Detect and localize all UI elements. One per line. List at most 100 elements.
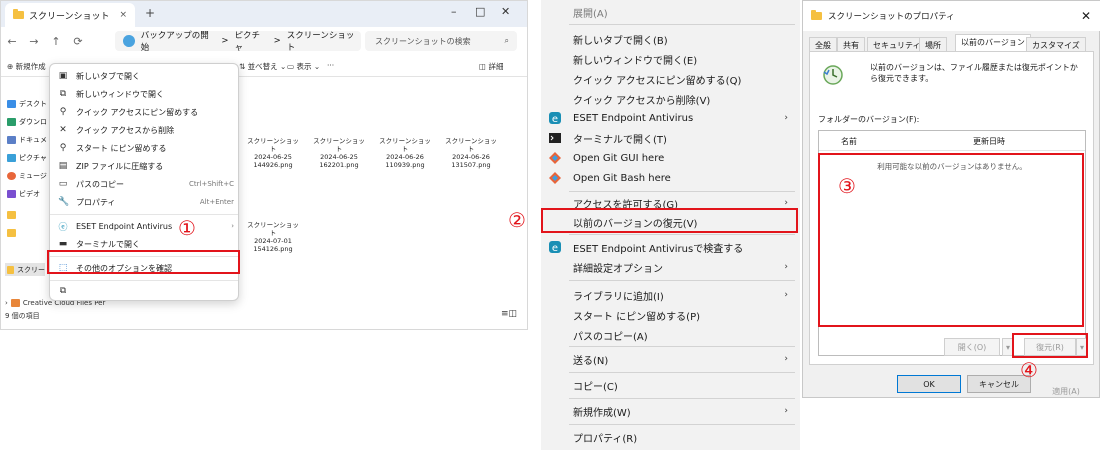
menu-item-properties[interactable]: プロパティ(R) (541, 426, 800, 448)
menu-item-send-to[interactable]: 送る(N) › (541, 348, 800, 370)
sidebar-item-downloads[interactable]: ダウンロ (7, 117, 47, 127)
menu-item-pin-quick-access[interactable]: クイック アクセスにピン留めする(Q) (541, 68, 800, 90)
breadcrumb-pictures[interactable]: ピクチャ (235, 29, 268, 53)
tab-close-icon[interactable]: × (119, 10, 127, 20)
eset-icon: e (549, 241, 561, 254)
wrench-icon: 🔧 (58, 197, 70, 207)
menu-item-copy[interactable]: コピー(C) (541, 374, 800, 396)
tab-customize[interactable]: カスタマイズ (1026, 37, 1086, 52)
menu-item-eset[interactable]: ⓔ ESET Endpoint Antivirus › (58, 218, 234, 234)
sort-button[interactable]: ⇅ 並べ替え ⌄ (239, 61, 286, 72)
tab-location[interactable]: 場所 (919, 37, 947, 52)
forward-button[interactable]: → (23, 35, 45, 48)
sidebar-item-documents[interactable]: ドキュメ (7, 135, 47, 145)
apply-button[interactable]: 適用(A) (1037, 385, 1095, 397)
chevron-right-icon: › (784, 290, 788, 300)
sidebar-item-music[interactable]: ミュージ (7, 171, 47, 181)
details-button[interactable]: ◫ 詳細 (479, 61, 503, 72)
file-item[interactable]: スクリーンショット 2024-06-26 110939.png (377, 137, 433, 169)
tab-bar: スクリーンショット × + – □ ✕ (1, 1, 527, 27)
desktop-icon (7, 100, 16, 108)
menu-item-pin-start[interactable]: スタート にピン留めする(P) (541, 304, 800, 326)
menu-label: スタート にピン留めする(P) (573, 311, 701, 323)
menu-item-git-bash[interactable]: Open Git Bash here (541, 167, 800, 189)
new-button[interactable]: ⊕ 新規作成 (7, 61, 46, 72)
menu-item-git-gui[interactable]: Open Git GUI here (541, 147, 800, 169)
maximize-button[interactable]: □ (475, 5, 485, 18)
menu-item-new[interactable]: 新規作成(W) › (541, 400, 800, 422)
button-label: キャンセル (979, 379, 1019, 389)
sidebar-item-folder[interactable] (7, 211, 19, 219)
back-button[interactable]: ← (1, 35, 23, 48)
up-button[interactable]: ↑ (45, 35, 67, 48)
new-tab-button[interactable]: + (145, 6, 155, 20)
file-date: 2024-06-26 (386, 153, 424, 161)
sidebar-item-screenshots[interactable]: スクリー (5, 263, 45, 276)
menu-item-open-new-tab[interactable]: 新しいタブで開く(B) (541, 28, 800, 50)
menu-label: クイック アクセスから削除 (76, 125, 175, 135)
menu-item-compress-zip[interactable]: ▤ ZIP ファイルに圧縮する (58, 158, 234, 174)
tab-previous-versions[interactable]: 以前のバージョン (955, 34, 1031, 52)
file-item[interactable]: スクリーンショット 2024-07-01 154126.png (245, 221, 301, 253)
file-item[interactable]: スクリーンショット 2024-06-26 131507.png (443, 137, 499, 169)
menu-item-open-terminal[interactable]: ターミナルで開く(T) (541, 127, 800, 149)
dialog-close-button[interactable]: ✕ (1081, 9, 1091, 23)
menu-label: 新しいタブで開く(B) (573, 35, 668, 47)
breadcrumb[interactable]: バックアップの開始 > ピクチャ > スクリーンショット (115, 29, 361, 53)
sidebar-label: スクリー (17, 265, 45, 274)
refresh-button[interactable]: ⟳ (67, 35, 89, 48)
menu-item-expand[interactable]: 展開(A) (541, 1, 800, 23)
open-button[interactable]: 開く(O) (944, 338, 1000, 356)
menu-item-copy[interactable]: ⧉ (58, 283, 234, 299)
more-button[interactable]: ··· (327, 61, 334, 70)
tab-general[interactable]: 全般 (809, 37, 837, 52)
column-header-date[interactable]: 更新日時 (973, 136, 1005, 147)
menu-item-open-new-window[interactable]: ⧉ 新しいウィンドウで開く (58, 86, 234, 102)
ok-button[interactable]: OK (897, 375, 961, 393)
view-button[interactable]: ▭ 表示 ⌄ (287, 61, 320, 72)
file-item[interactable]: スクリーンショット 2024-06-25 162201.png (311, 137, 367, 169)
menu-item-open-new-tab[interactable]: ▣ 新しいタブで開く (58, 68, 234, 84)
folder-icon (7, 265, 14, 274)
sidebar-item-videos[interactable]: ビデオ (7, 189, 40, 199)
tab-security[interactable]: セキュリティ (867, 37, 927, 52)
pin-icon: ⚲ (59, 143, 67, 153)
menu-item-properties[interactable]: 🔧 プロパティ Alt+Enter (58, 194, 234, 210)
tab-screenshots[interactable]: スクリーンショット × (5, 3, 135, 27)
breadcrumb-separator: > (221, 36, 229, 46)
file-filename: 162201.png (319, 161, 359, 169)
button-label: OK (923, 379, 935, 389)
file-explorer-window: スクリーンショット × + – □ ✕ ← → ↑ ⟳ バックアップの開始 > … (0, 0, 528, 330)
file-date: 2024-06-26 (452, 153, 490, 161)
menu-item-add-to-library[interactable]: ライブラリに追加(I) › (541, 284, 800, 306)
sidebar-item-folder[interactable] (7, 229, 19, 237)
menu-item-pin-quick-access[interactable]: ⚲ クイック アクセスにピン留めする (58, 104, 234, 120)
menu-item-remove-quick-access[interactable]: ✕ クイック アクセスから削除 (58, 122, 234, 138)
menu-item-eset-scan[interactable]: e ESET Endpoint Antivirusで検査する (541, 236, 800, 258)
sidebar-item-pictures[interactable]: ピクチャ (7, 153, 47, 163)
minimize-button[interactable]: – (451, 5, 457, 18)
chevron-right-icon: › (784, 406, 788, 416)
file-item[interactable]: スクリーンショット 2024-06-25 144926.png (245, 137, 301, 169)
search-input[interactable]: スクリーンショットの検索 ⌕ (365, 31, 517, 51)
file-name: スクリーンショット (247, 137, 299, 153)
new-window-icon: ⧉ (59, 89, 67, 99)
navigation-pane: デスクト ダウンロ ドキュメ ピクチャ ミュージ ビデオ スクリー (1, 77, 49, 307)
breadcrumb-screenshots[interactable]: スクリーンショット (287, 29, 361, 53)
menu-item-open-new-window[interactable]: 新しいウィンドウで開く(E) (541, 48, 800, 70)
menu-item-pin-start[interactable]: ⚲ スタート にピン留めする (58, 140, 234, 156)
highlight-versions-list (818, 153, 1084, 327)
window-close-button[interactable]: ✕ (501, 5, 510, 18)
column-header-name[interactable]: 名前 (841, 136, 857, 147)
file-name: スクリーンショット (247, 221, 299, 237)
tab-sharing[interactable]: 共有 (837, 37, 865, 52)
sidebar-item-desktop[interactable]: デスクト (7, 99, 47, 109)
highlight-restore-button (1012, 333, 1088, 358)
breadcrumb-backup[interactable]: バックアップの開始 (141, 29, 216, 53)
menu-item-copy-path[interactable]: ▭ パスのコピー Ctrl+Shift+C (58, 176, 234, 192)
menu-item-copy-path[interactable]: パスのコピー(A) (541, 324, 800, 346)
menu-label: 詳細設定オプション (573, 263, 663, 275)
view-toggle-icon[interactable]: ≡◫ (501, 309, 517, 319)
menu-item-advanced-options[interactable]: 詳細設定オプション › (541, 256, 800, 278)
menu-item-eset[interactable]: e ESET Endpoint Antivirus › (541, 107, 800, 129)
